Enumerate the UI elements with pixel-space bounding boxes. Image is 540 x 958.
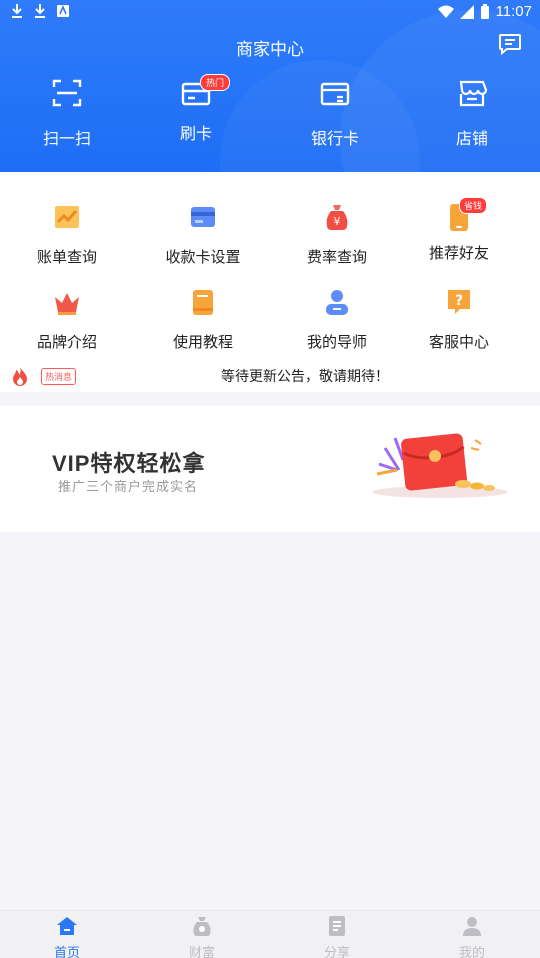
rate-query-item[interactable]: ¥ 费率查询: [270, 202, 404, 267]
bank-card-label: 银行卡: [310, 131, 359, 148]
quick-actions: 扫一扫 热门 刷卡 银行卡 店铺: [0, 74, 540, 149]
signal-icon: [459, 4, 474, 19]
my-mentor-label: 我的导师: [306, 334, 367, 351]
tab-profile[interactable]: 我的: [427, 915, 517, 958]
payment-card-settings-item[interactable]: 收款卡设置: [136, 202, 270, 267]
customer-service-label: 客服中心: [428, 334, 489, 351]
tab-home[interactable]: 首页: [22, 915, 112, 958]
notice-bar[interactable]: 热消息 等待更新公告，敬请期待！: [0, 360, 540, 392]
hot-badge: 热门: [200, 74, 231, 91]
home-icon: [57, 917, 77, 935]
vip-banner[interactable]: VIP特权轻松拿 推广三个商户完成实名: [0, 406, 540, 532]
tab-share-label: 分享: [323, 945, 350, 958]
tutorial-item[interactable]: 使用教程: [136, 287, 270, 352]
download-icon: [12, 4, 22, 18]
card-swipe-button[interactable]: 热门 刷卡: [146, 74, 246, 144]
bank-card-icon: [320, 82, 350, 106]
brand-intro-label: 品牌介绍: [36, 334, 97, 351]
message-icon[interactable]: [498, 33, 522, 55]
notice-text: 等待更新公告，敬请期待！: [221, 368, 389, 384]
tutorial-label: 使用教程: [172, 334, 233, 351]
bill-query-item[interactable]: 账单查询: [0, 202, 134, 267]
wifi-icon: [437, 5, 454, 18]
scan-button[interactable]: 扫一扫: [17, 78, 117, 149]
header: 11:07 商家中心 扫一扫 热门 刷卡 银行卡 店铺: [0, 0, 540, 172]
customer-service-item[interactable]: ? 客服中心: [392, 287, 526, 352]
bill-query-label: 账单查询: [36, 249, 97, 266]
recommend-friend-label: 推荐好友: [428, 245, 489, 262]
book-icon: [193, 290, 213, 315]
my-mentor-item[interactable]: 我的导师: [270, 287, 404, 352]
svg-text:¥: ¥: [334, 215, 341, 228]
banner-title: VIP特权轻松拿: [52, 451, 206, 476]
crown-icon: [55, 293, 79, 315]
download-icon: [35, 4, 45, 18]
profile-icon: [463, 917, 481, 936]
mentor-user-icon: [326, 290, 348, 315]
share-doc-icon: [329, 916, 345, 936]
status-bar: 11:07: [0, 0, 540, 24]
payment-card-icon: [191, 207, 215, 227]
tab-wealth[interactable]: 财富: [157, 915, 247, 958]
app-notification-icon: [57, 4, 69, 17]
payment-card-settings-label: 收款卡设置: [165, 249, 241, 266]
help-icon: ?: [448, 290, 470, 314]
feature-grid: 账单查询 收款卡设置 ¥ 费率查询 省钱 推荐好友 品牌介绍 使用教程 我的导师…: [0, 172, 540, 392]
tab-wealth-label: 财富: [188, 945, 215, 958]
bank-card-button[interactable]: 银行卡: [285, 78, 385, 149]
save-money-badge: 省钱: [459, 197, 488, 214]
store-icon: [459, 80, 488, 107]
bill-chart-icon: [55, 206, 79, 228]
tab-profile-label: 我的: [458, 945, 485, 958]
battery-icon: [480, 3, 489, 19]
wealth-bag-icon: [193, 917, 211, 937]
tab-share[interactable]: 分享: [292, 915, 382, 958]
banner-subtitle: 推广三个商户完成实名: [58, 479, 199, 494]
bottom-nav: 首页 财富 分享 我的: [0, 910, 540, 958]
tab-home-label: 首页: [53, 945, 80, 958]
recommend-friend-item[interactable]: 省钱 推荐好友: [392, 197, 526, 263]
store-button[interactable]: 店铺: [422, 78, 522, 149]
svg-text:?: ?: [455, 293, 463, 309]
card-swipe-label: 刷卡: [179, 126, 212, 143]
page-title: 商家中心: [236, 40, 304, 59]
scan-label: 扫一扫: [42, 131, 91, 148]
red-envelope-icon: [372, 433, 508, 498]
brand-intro-item[interactable]: 品牌介绍: [0, 287, 134, 352]
money-bag-icon: ¥: [326, 205, 348, 230]
scan-icon: [52, 79, 82, 107]
rate-query-label: 费率查询: [306, 249, 367, 266]
status-time: 11:07: [495, 3, 532, 20]
store-label: 店铺: [455, 131, 488, 148]
